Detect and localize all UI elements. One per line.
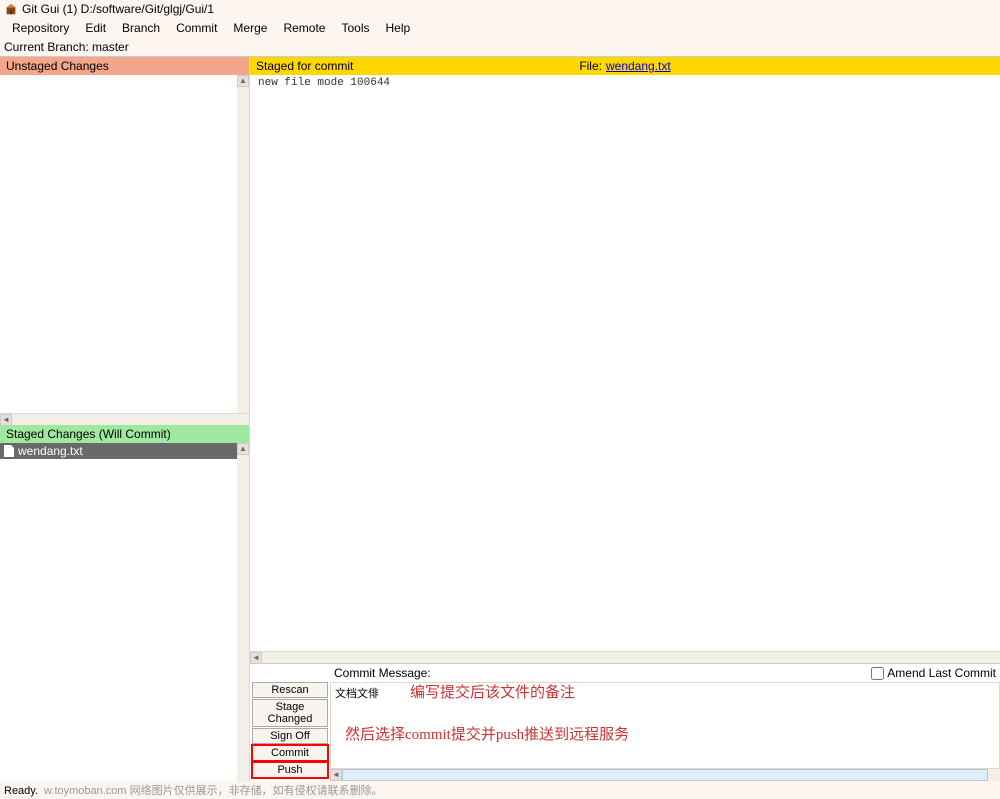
staged-header: Staged Changes (Will Commit) <box>0 425 249 443</box>
file-icon <box>4 445 14 457</box>
push-button[interactable]: Push <box>252 762 328 778</box>
scrollbar-v[interactable]: ▲ <box>237 443 249 781</box>
menu-remote[interactable]: Remote <box>275 19 333 37</box>
staged-file-item[interactable]: wendang.txt <box>0 443 249 459</box>
unstaged-panel: ▲ <box>0 75 249 413</box>
commit-area: Rescan Stage Changed Sign Off Commit Pus… <box>250 663 1000 781</box>
status-watermark: w.toymoban.com 网络图片仅供展示，非存储，如有侵权请联系删除。 <box>44 785 383 797</box>
rescan-button[interactable]: Rescan <box>252 682 328 698</box>
scrollbar-h[interactable]: ◄ <box>250 651 1000 663</box>
staged-file-name: wendang.txt <box>18 444 83 458</box>
menu-merge[interactable]: Merge <box>225 19 275 37</box>
diff-file-link[interactable]: wendang.txt <box>606 59 671 73</box>
diff-staged-label: Staged for commit <box>256 59 579 73</box>
unstaged-header: Unstaged Changes <box>0 57 249 75</box>
branch-bar: Current Branch: master <box>0 38 1000 57</box>
commit-msg-value: 文档文俳 <box>335 689 379 701</box>
scrollbar-v[interactable]: ▲ <box>237 75 249 413</box>
commit-msg-label: Commit Message: <box>334 666 431 680</box>
menu-tools[interactable]: Tools <box>333 19 377 37</box>
scrollbar-h[interactable]: ◄ <box>330 769 1000 781</box>
diff-file-label: File: <box>579 59 602 73</box>
stage-changed-button[interactable]: Stage Changed <box>252 699 328 727</box>
commit-msg-input[interactable]: 文档文俳 <box>330 682 1000 769</box>
amend-checkbox[interactable] <box>871 667 884 680</box>
menu-branch[interactable]: Branch <box>114 19 168 37</box>
app-icon <box>4 2 18 16</box>
status-ready: Ready. <box>4 785 38 797</box>
diff-body: new file mode 100644 <box>250 75 1000 651</box>
commit-buttons: Rescan Stage Changed Sign Off Commit Pus… <box>250 664 330 781</box>
commit-button[interactable]: Commit <box>252 745 328 761</box>
amend-label: Amend Last Commit <box>887 666 996 680</box>
menu-commit[interactable]: Commit <box>168 19 225 37</box>
scrollbar-h[interactable]: ◄ <box>0 413 249 425</box>
commit-msg-header: Commit Message: Amend Last Commit <box>330 664 1000 682</box>
menubar: Repository Edit Branch Commit Merge Remo… <box>0 18 1000 38</box>
menu-edit[interactable]: Edit <box>77 19 114 37</box>
window-titlebar: Git Gui (1) D:/software/Git/glgj/Gui/1 <box>0 0 1000 18</box>
diff-content: new file mode 100644 <box>258 77 390 89</box>
window-title: Git Gui (1) D:/software/Git/glgj/Gui/1 <box>22 2 214 16</box>
menu-help[interactable]: Help <box>377 19 418 37</box>
sign-off-button[interactable]: Sign Off <box>252 728 328 744</box>
diff-header: Staged for commit File: wendang.txt <box>250 57 1000 75</box>
menu-repository[interactable]: Repository <box>4 19 77 37</box>
staged-panel: wendang.txt ▲ <box>0 443 249 781</box>
statusbar: Ready. w.toymoban.com 网络图片仅供展示，非存储，如有侵权请联… <box>0 781 1000 799</box>
